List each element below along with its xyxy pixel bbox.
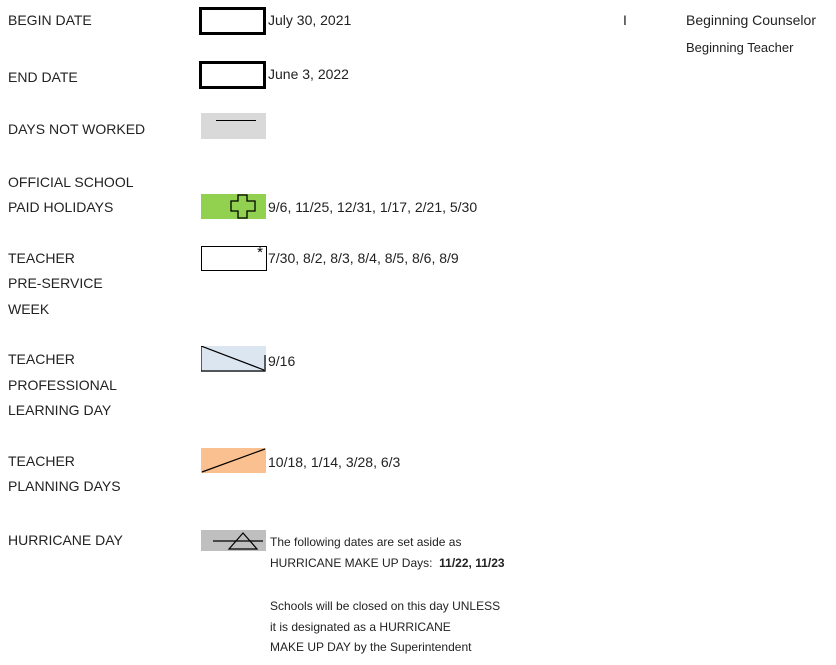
planning-symbol bbox=[201, 448, 266, 473]
beginning-teacher-label: Beginning Teacher bbox=[686, 40, 794, 55]
professional-learning-value: 9/16 bbox=[268, 353, 296, 369]
planning-value: 10/18, 1/14, 3/28, 6/3 bbox=[268, 454, 401, 470]
holidays-value: 9/6, 11/25, 12/31, 1/17, 2/21, 5/30 bbox=[268, 199, 478, 215]
pre-service-value: 7/30, 8/2, 8/3, 8/4, 8/5, 8/6, 8/9 bbox=[268, 250, 459, 266]
hurricane-closed-line3: MAKE UP DAY by the Superintendent bbox=[270, 640, 472, 654]
cross-icon bbox=[230, 194, 256, 219]
hurricane-dates: 11/22, 11/23 bbox=[439, 556, 505, 570]
diagonal-up-icon bbox=[201, 448, 266, 473]
begin-date-label: BEGIN DATE bbox=[8, 12, 92, 28]
triangle-icon bbox=[213, 532, 263, 550]
pre-service-symbol: * bbox=[201, 244, 267, 271]
begin-date-value: July 30, 2021 bbox=[268, 12, 352, 28]
professional-learning-symbol bbox=[201, 346, 266, 372]
hurricane-closed-line1: Schools will be closed on this day UNLES… bbox=[270, 599, 501, 613]
planning-label-line1: TEACHER bbox=[8, 453, 75, 469]
professional-learning-label-line2: PROFESSIONAL bbox=[8, 377, 117, 393]
beginning-counselor-label: Beginning Counselor bbox=[686, 12, 816, 28]
end-date-value: June 3, 2022 bbox=[268, 66, 349, 82]
professional-learning-label-line3: LEARNING DAY bbox=[8, 402, 112, 418]
hurricane-symbol bbox=[201, 530, 266, 551]
pre-service-label-line2: PRE-SERVICE bbox=[8, 275, 103, 291]
right-marker: I bbox=[623, 12, 627, 28]
hurricane-note-prefix: HURRICANE MAKE UP Days: bbox=[270, 556, 433, 570]
holidays-label-line1: OFFICIAL SCHOOL bbox=[8, 174, 134, 190]
asterisk-icon: * bbox=[257, 244, 263, 261]
end-date-symbol bbox=[199, 61, 266, 89]
hurricane-note-line1: The following dates are set aside as bbox=[270, 535, 462, 549]
pre-service-label-line1: TEACHER bbox=[8, 250, 75, 266]
holidays-label-line2: PAID HOLIDAYS bbox=[8, 199, 114, 215]
hurricane-note-line2: HURRICANE MAKE UP Days: 11/22, 11/23 bbox=[270, 553, 505, 574]
diagonal-down-icon bbox=[201, 346, 266, 372]
dash-line-icon bbox=[216, 120, 256, 121]
begin-date-symbol bbox=[199, 7, 266, 35]
hurricane-closed-line2: it is designated as a HURRICANE bbox=[270, 620, 451, 634]
planning-label-line2: PLANNING DAYS bbox=[8, 478, 121, 494]
end-date-label: END DATE bbox=[8, 69, 78, 85]
holidays-symbol bbox=[201, 194, 266, 219]
hurricane-label: HURRICANE DAY bbox=[8, 532, 123, 548]
days-not-worked-label: DAYS NOT WORKED bbox=[8, 121, 146, 137]
professional-learning-label-line1: TEACHER bbox=[8, 351, 75, 367]
pre-service-label-line3: WEEK bbox=[8, 301, 50, 317]
days-not-worked-symbol bbox=[201, 113, 266, 139]
